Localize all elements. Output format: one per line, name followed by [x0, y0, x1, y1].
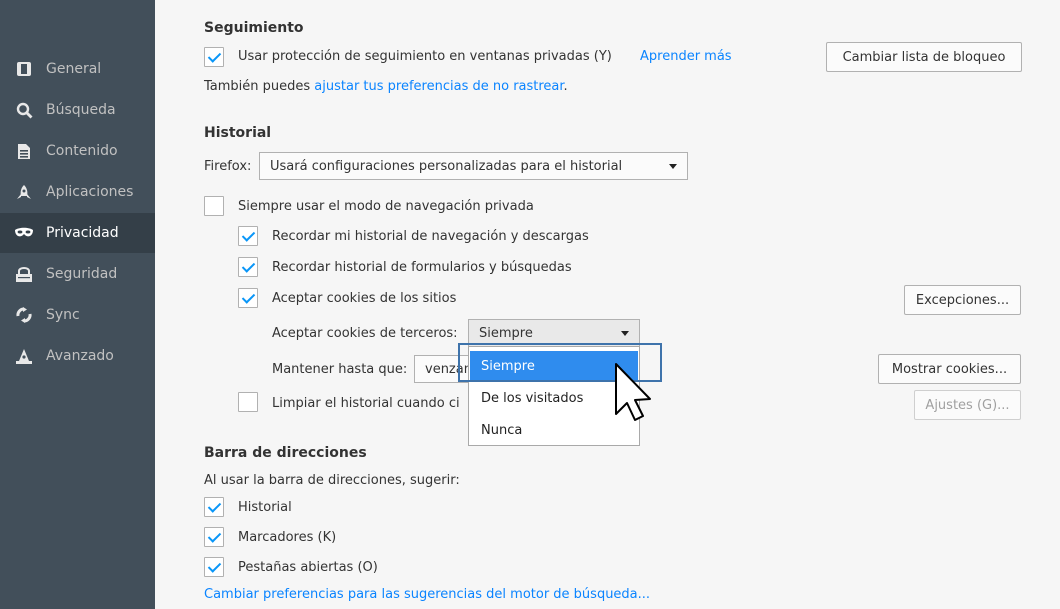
sidebar-item-label: Contenido	[46, 143, 118, 159]
wizard-hat-icon	[13, 347, 35, 365]
suggest-history-label: Historial	[238, 500, 292, 515]
sidebar-item-seguridad[interactable]: Seguridad	[0, 254, 155, 294]
keep-until-label: Mantener hasta que:	[272, 362, 408, 377]
firefox-label: Firefox:	[204, 159, 252, 174]
sidebar-item-label: Búsqueda	[46, 102, 116, 118]
suggest-history-checkbox[interactable]	[204, 497, 224, 517]
sidebar-item-label: Seguridad	[46, 266, 118, 282]
addressbar-suggest-label: Al usar la barra de direcciones, sugerir…	[204, 473, 460, 488]
third-party-value: Siempre	[479, 325, 533, 341]
tracking-private-checkbox[interactable]	[204, 47, 224, 67]
tracking-also-suffix: .	[563, 79, 568, 94]
sidebar-item-contenido[interactable]: Contenido	[0, 131, 155, 171]
tracking-private-label: Usar protección de seguimiento en ventan…	[238, 49, 612, 64]
suggest-bookmarks-label: Marcadores (K)	[238, 530, 337, 545]
always-private-label: Siempre usar el modo de navegación priva…	[238, 199, 534, 214]
remember-forms-checkbox[interactable]	[238, 257, 258, 277]
history-mode-select[interactable]: Usará configuraciones personalizadas par…	[259, 152, 688, 180]
sidebar-item-label: General	[46, 61, 102, 77]
sidebar-item-privacidad[interactable]: Privacidad	[0, 213, 155, 253]
tracking-heading: Seguimiento	[204, 20, 304, 36]
rocket-icon	[13, 183, 35, 201]
pointer-cursor-icon	[615, 363, 651, 421]
remember-browsing-label: Recordar mi historial de navegación y de…	[272, 229, 589, 244]
clear-on-close-checkbox[interactable]	[238, 392, 258, 412]
addressbar-heading: Barra de direcciones	[204, 445, 367, 461]
sidebar: General Búsqueda Contenido Aplicaciones …	[0, 0, 155, 609]
dnt-preferences-link[interactable]: ajustar tus preferencias de no rastrear	[314, 79, 563, 94]
sync-icon	[13, 306, 35, 324]
clear-settings-button[interactable]: Ajustes (G)...	[914, 390, 1021, 420]
sidebar-item-label: Aplicaciones	[46, 184, 134, 200]
chevron-down-icon	[621, 331, 629, 336]
history-heading: Historial	[204, 125, 272, 141]
accept-cookies-checkbox[interactable]	[238, 288, 258, 308]
suggest-open-tabs-checkbox[interactable]	[204, 557, 224, 577]
remember-forms-label: Recordar historial de formularios y búsq…	[272, 260, 572, 275]
sidebar-item-label: Avanzado	[46, 348, 114, 364]
suggest-bookmarks-checkbox[interactable]	[204, 527, 224, 547]
third-party-label: Aceptar cookies de terceros:	[272, 326, 458, 341]
tracking-also-prefix: También puedes	[204, 79, 315, 94]
exceptions-button[interactable]: Excepciones...	[904, 285, 1021, 315]
search-icon	[13, 101, 35, 119]
tracking-also-text: También puedes ajustar tus preferencias …	[204, 79, 568, 94]
sidebar-item-aplicaciones[interactable]: Aplicaciones	[0, 172, 155, 212]
history-mode-value: Usará configuraciones personalizadas par…	[270, 158, 623, 174]
lock-icon	[13, 265, 35, 283]
mask-icon	[13, 224, 35, 242]
change-blocklist-button[interactable]: Cambiar lista de bloqueo	[826, 42, 1022, 72]
learn-more-link[interactable]: Aprender más	[640, 49, 732, 64]
document-icon	[13, 142, 35, 160]
clear-on-close-label: Limpiar el historial cuando ci	[272, 396, 460, 411]
suggest-open-tabs-label: Pestañas abiertas (O)	[238, 560, 378, 575]
search-suggestions-link[interactable]: Cambiar preferencias para las sugerencia…	[204, 587, 650, 602]
sidebar-item-sync[interactable]: Sync	[0, 295, 155, 335]
sidebar-item-label: Privacidad	[46, 225, 119, 241]
sidebar-item-label: Sync	[46, 307, 80, 323]
accept-cookies-label: Aceptar cookies de los sitios	[272, 291, 457, 306]
show-cookies-button[interactable]: Mostrar cookies...	[878, 354, 1021, 384]
remember-browsing-checkbox[interactable]	[238, 226, 258, 246]
always-private-checkbox[interactable]	[204, 196, 224, 216]
sidebar-item-avanzado[interactable]: Avanzado	[0, 336, 155, 376]
sidebar-item-busqueda[interactable]: Búsqueda	[0, 90, 155, 130]
general-icon	[13, 60, 35, 78]
sidebar-item-general[interactable]: General	[0, 49, 155, 89]
chevron-down-icon	[669, 164, 677, 169]
